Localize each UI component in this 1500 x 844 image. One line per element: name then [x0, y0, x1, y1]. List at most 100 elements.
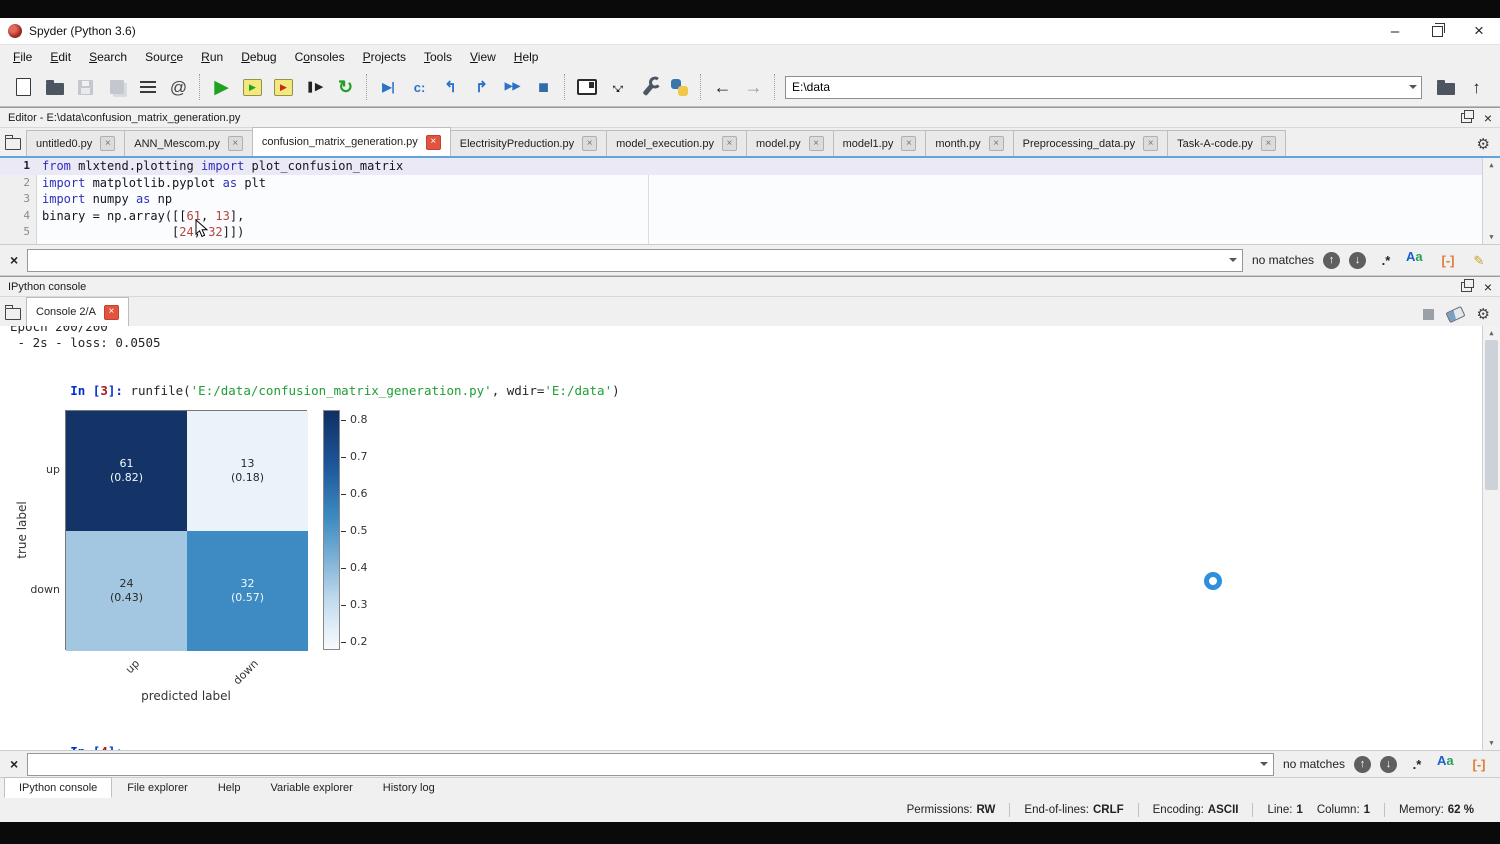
menu-view[interactable]: View — [461, 48, 505, 66]
up-dir-icon[interactable]: ↑ — [1461, 72, 1492, 102]
menu-run[interactable]: Run — [192, 48, 232, 66]
scroll-up-icon[interactable]: ▲ — [1483, 161, 1500, 169]
run-icon[interactable]: ▶ — [206, 72, 237, 102]
tab-month-py[interactable]: month.py× — [925, 130, 1013, 156]
tab-confusion_matrix_generation-py[interactable]: confusion_matrix_generation.py× — [252, 127, 451, 156]
tab-preprocessing_data-py[interactable]: Preprocessing_data.py× — [1013, 130, 1169, 156]
open-dir-icon[interactable] — [1430, 72, 1461, 102]
scroll-down-icon[interactable]: ▼ — [1483, 739, 1500, 747]
scrollbar-thumb[interactable] — [1485, 340, 1498, 490]
maximize-pane-icon[interactable] — [602, 72, 633, 102]
whole-word-icon[interactable]: [-] — [1437, 250, 1459, 270]
find-previous-icon[interactable]: ↑ — [1354, 756, 1371, 773]
close-tab-icon[interactable]: × — [100, 136, 115, 151]
close-tab-icon[interactable]: × — [901, 136, 916, 151]
tab-electrisitypreduction-py[interactable]: ElectrisityPreduction.py× — [450, 130, 607, 156]
find-previous-icon[interactable]: ↑ — [1323, 252, 1340, 269]
code-editor[interactable]: 1from mlxtend.plotting import plot_confu… — [0, 156, 1500, 244]
new-window-icon[interactable] — [571, 72, 602, 102]
code-line-3[interactable]: 3import numpy as np — [0, 191, 1500, 208]
find-input[interactable] — [28, 754, 1273, 775]
clear-console-icon[interactable] — [1445, 305, 1465, 322]
save-all-icon[interactable] — [101, 72, 132, 102]
menu-consoles[interactable]: Consoles — [286, 48, 354, 66]
back-icon[interactable]: ← — [707, 72, 738, 102]
close-tab-icon[interactable]: × — [582, 136, 597, 151]
debug-fastforward-icon[interactable]: ▶▶ — [497, 72, 528, 102]
open-file-icon[interactable] — [39, 72, 70, 102]
debug-step-icon[interactable]: ▶| — [373, 72, 404, 102]
regex-icon[interactable]: .* — [1406, 754, 1428, 774]
regex-icon[interactable]: .* — [1375, 250, 1397, 270]
find-input[interactable] — [28, 250, 1242, 271]
chevron-down-icon[interactable] — [1225, 250, 1242, 271]
menu-search[interactable]: Search — [80, 48, 136, 66]
console-scrollbar[interactable]: ▲ ▼ — [1482, 326, 1500, 750]
interrupt-kernel-icon[interactable] — [1423, 309, 1434, 320]
editor-options-gear-icon[interactable]: ⚙ — [1477, 137, 1490, 152]
close-tab-icon[interactable]: × — [104, 305, 119, 320]
menu-projects[interactable]: Projects — [354, 48, 415, 66]
restore-icon[interactable] — [1416, 18, 1458, 44]
new-file-icon[interactable] — [8, 72, 39, 102]
close-find-icon[interactable]: × — [10, 253, 18, 267]
restart-icon[interactable]: ↻ — [330, 72, 361, 102]
chevron-down-icon[interactable] — [1256, 754, 1273, 775]
pane-tab-file-explorer[interactable]: File explorer — [112, 777, 203, 798]
debug-continue-icon[interactable]: c: — [404, 72, 435, 102]
close-find-icon[interactable]: × — [10, 757, 18, 771]
code-line-4[interactable]: 4binary = np.array([[61, 13], — [0, 208, 1500, 225]
menu-help[interactable]: Help — [505, 48, 548, 66]
chevron-down-icon[interactable] — [1404, 77, 1421, 98]
console-output[interactable]: Epoch 200/200 - 2s - loss: 0.0505 In [3]… — [0, 326, 1500, 750]
close-tab-icon[interactable]: × — [809, 136, 824, 151]
code-line-1[interactable]: 1from mlxtend.plotting import plot_confu… — [0, 158, 1500, 175]
menu-file[interactable]: File — [4, 48, 41, 66]
save-icon[interactable] — [70, 72, 101, 102]
code-line-5[interactable]: 5 [24, 32]]) — [0, 224, 1500, 241]
tab-task-a-code-py[interactable]: Task-A-code.py× — [1167, 130, 1286, 156]
scroll-up-icon[interactable]: ▲ — [1483, 329, 1500, 337]
code-line-2[interactable]: 2import matplotlib.pyplot as plt — [0, 175, 1500, 192]
find-next-icon[interactable]: ↓ — [1380, 756, 1397, 773]
editor-scrollbar[interactable]: ▲ ▼ — [1482, 158, 1500, 244]
pane-tab-ipython-console[interactable]: IPython console — [4, 777, 112, 798]
pane-tab-history-log[interactable]: History log — [368, 777, 450, 798]
close-pane-icon[interactable]: × — [1484, 111, 1492, 125]
menu-source[interactable]: Source — [136, 48, 192, 66]
preferences-icon[interactable] — [633, 72, 664, 102]
minimize-icon[interactable]: – — [1374, 18, 1416, 44]
rerun-cell-icon[interactable]: ▶ — [268, 72, 299, 102]
menu-edit[interactable]: Edit — [41, 48, 80, 66]
scroll-down-icon[interactable]: ▼ — [1483, 233, 1500, 241]
working-directory-input[interactable] — [786, 77, 1421, 98]
tab-untitled0-py[interactable]: untitled0.py× — [26, 130, 125, 156]
menu-debug[interactable]: Debug — [232, 48, 285, 66]
debug-step-out-icon[interactable]: ↱ — [466, 72, 497, 102]
tab-model-py[interactable]: model.py× — [746, 130, 834, 156]
close-pane-icon[interactable]: × — [1484, 280, 1492, 294]
close-tab-icon[interactable]: × — [722, 136, 737, 151]
pane-tab-help[interactable]: Help — [203, 777, 256, 798]
menu-tools[interactable]: Tools — [415, 48, 461, 66]
run-cell-icon[interactable]: ▶ — [237, 72, 268, 102]
browse-tabs-button[interactable] — [0, 132, 26, 156]
pane-tab-variable-explorer[interactable]: Variable explorer — [255, 777, 367, 798]
run-selection-icon[interactable]: ❚▶ — [299, 72, 330, 102]
tab-model_execution-py[interactable]: model_execution.py× — [606, 130, 747, 156]
case-sensitive-icon[interactable]: Aa — [1406, 250, 1428, 270]
close-icon[interactable]: × — [1458, 18, 1500, 44]
close-tab-icon[interactable]: × — [1143, 136, 1158, 151]
debug-stop-icon[interactable]: ■ — [528, 72, 559, 102]
close-tab-icon[interactable]: × — [1261, 136, 1276, 151]
outline-icon[interactable] — [132, 72, 163, 102]
symbol-finder-icon[interactable]: @ — [163, 72, 194, 102]
pythonpath-icon[interactable] — [664, 72, 695, 102]
undock-pane-icon[interactable] — [1461, 113, 1472, 123]
browse-tabs-button[interactable] — [0, 302, 26, 326]
highlight-icon[interactable]: ✎ — [1468, 250, 1490, 270]
debug-step-into-icon[interactable]: ↰ — [435, 72, 466, 102]
tab-console-2a[interactable]: Console 2/A × — [26, 297, 129, 326]
forward-icon[interactable]: → — [738, 72, 769, 102]
close-tab-icon[interactable]: × — [426, 135, 441, 150]
